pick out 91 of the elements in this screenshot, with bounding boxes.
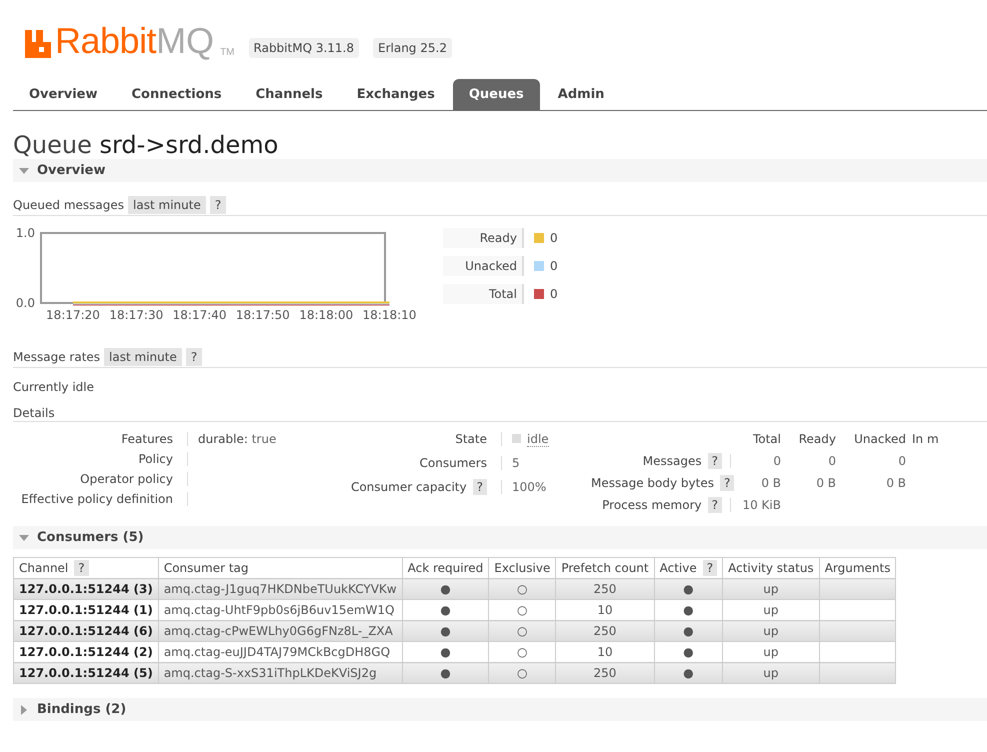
- chart-label: Queued messages: [13, 198, 124, 212]
- table-cell: ●: [402, 600, 489, 620]
- table-cell: amq.ctag-cPwEWLhy0G6gFNz8L-_ZXA: [158, 620, 402, 642]
- column-header: Arguments: [824, 561, 890, 575]
- table-cell: up: [722, 578, 820, 600]
- detail-label: Consumer capacity: [350, 480, 467, 494]
- table-cell: up: [722, 620, 820, 642]
- table-cell: ●: [654, 662, 723, 684]
- table-cell: ○: [488, 578, 556, 600]
- table-cell: ●: [402, 578, 489, 600]
- chart-label: Message rates: [13, 350, 100, 364]
- table-cell: 10: [556, 642, 654, 662]
- detail-label: Effective policy definition: [20, 492, 173, 506]
- table-cell: 250: [556, 662, 654, 684]
- feature-value: true: [250, 432, 276, 446]
- column-header: Activity status: [728, 561, 814, 575]
- column-header: Prefetch count: [561, 561, 649, 575]
- stat-value: 0 B: [761, 476, 781, 490]
- table-cell: up: [722, 662, 820, 684]
- stat-label: Message body bytes: [591, 476, 714, 490]
- table-cell: 250: [556, 620, 654, 642]
- stat-label: Messages: [642, 454, 702, 468]
- y-tick-label: 0.0: [16, 296, 35, 310]
- state-value: idle: [527, 432, 549, 447]
- legend-value: 0: [550, 259, 558, 273]
- stat-value: 0: [828, 454, 836, 468]
- detail-label: Policy: [137, 452, 173, 466]
- table-cell: amq.ctag-euJJD4TAJ79MCkBcgDH8GQ: [158, 642, 402, 662]
- table-cell: 10: [556, 600, 654, 620]
- table-cell: amq.ctag-S-xxS31iThpLKDeKViSJ2g: [158, 662, 402, 684]
- detail-label: State: [455, 432, 487, 446]
- table-cell: 250: [556, 578, 654, 600]
- version-badge: Erlang 25.2: [373, 38, 452, 58]
- x-tick-label: 18:17:30: [109, 308, 164, 322]
- table-cell: ●: [654, 642, 723, 662]
- table-cell: 127.0.0.1:51244 (3): [14, 578, 158, 600]
- detail-label: Features: [120, 432, 173, 446]
- column-header: Unacked: [853, 432, 906, 446]
- y-tick-label: 1.0: [16, 226, 35, 240]
- stat-value: 0 B: [886, 476, 906, 490]
- table-cell: 127.0.0.1:51244 (2): [14, 642, 158, 662]
- legend-label: Unacked: [443, 256, 523, 276]
- table-cell: ○: [488, 642, 556, 662]
- table-cell: amq.ctag-UhtF9pb0s6jB6uv15emW1Q: [158, 600, 402, 620]
- column-header: Active: [660, 561, 697, 575]
- column-header: Consumer tag: [164, 561, 249, 575]
- stat-label: Process memory: [602, 498, 702, 512]
- stat-value: 0: [773, 454, 781, 468]
- legend-label: Ready: [443, 228, 523, 248]
- stat-value: 10 KiB: [742, 498, 781, 512]
- legend-value: 0: [550, 287, 558, 301]
- feature-key: durable:: [198, 432, 248, 446]
- detail-label: Consumers: [420, 456, 487, 470]
- x-tick-label: 18:17:50: [236, 308, 290, 322]
- x-tick-label: 18:18:10: [362, 308, 416, 322]
- column-header: Total: [752, 432, 781, 446]
- stat-value: 0 B: [816, 476, 836, 490]
- table-cell: ●: [402, 642, 489, 662]
- column-header: Exclusive: [494, 561, 550, 575]
- table-cell: ●: [402, 662, 489, 684]
- column-header: In m: [911, 432, 940, 446]
- x-tick-label: 18:17:20: [46, 308, 100, 322]
- column-header: Ack required: [408, 561, 484, 575]
- table-cell: ●: [402, 620, 489, 642]
- details-label: Details: [13, 406, 55, 420]
- column-header: Channel: [19, 561, 68, 575]
- legend-value: 0: [550, 231, 558, 245]
- x-tick-label: 18:18:00: [299, 308, 354, 322]
- table-cell: ○: [488, 620, 556, 642]
- detail-value: 100%: [512, 480, 546, 494]
- detail-label: Operator policy: [79, 472, 173, 486]
- table-cell: 127.0.0.1:51244 (1): [14, 600, 158, 620]
- table-cell: up: [722, 600, 820, 620]
- table-cell: ●: [654, 578, 723, 600]
- table-cell: amq.ctag-J1guq7HKDNbeTUukKCYVKw: [158, 578, 402, 600]
- version-badge: RabbitMQ 3.11.8: [248, 38, 359, 58]
- detail-value: 5: [512, 456, 520, 470]
- table-cell: 127.0.0.1:51244 (5): [14, 662, 158, 684]
- column-header: Ready: [798, 432, 836, 446]
- rabbitmq-logo: RabbitMQ TM: [25, 24, 235, 58]
- table-cell: ●: [654, 620, 723, 642]
- x-tick-label: 18:17:40: [172, 308, 227, 322]
- table-cell: ○: [488, 600, 556, 620]
- table-cell: ●: [654, 600, 723, 620]
- legend-label: Total: [443, 284, 523, 304]
- table-cell: up: [722, 642, 820, 662]
- page-title: Queue srd->srd.demo: [13, 131, 280, 159]
- stat-value: 0: [898, 454, 906, 468]
- table-cell: 127.0.0.1:51244 (6): [14, 620, 158, 642]
- table-cell: ○: [488, 662, 556, 684]
- status-text: Currently idle: [13, 380, 95, 394]
